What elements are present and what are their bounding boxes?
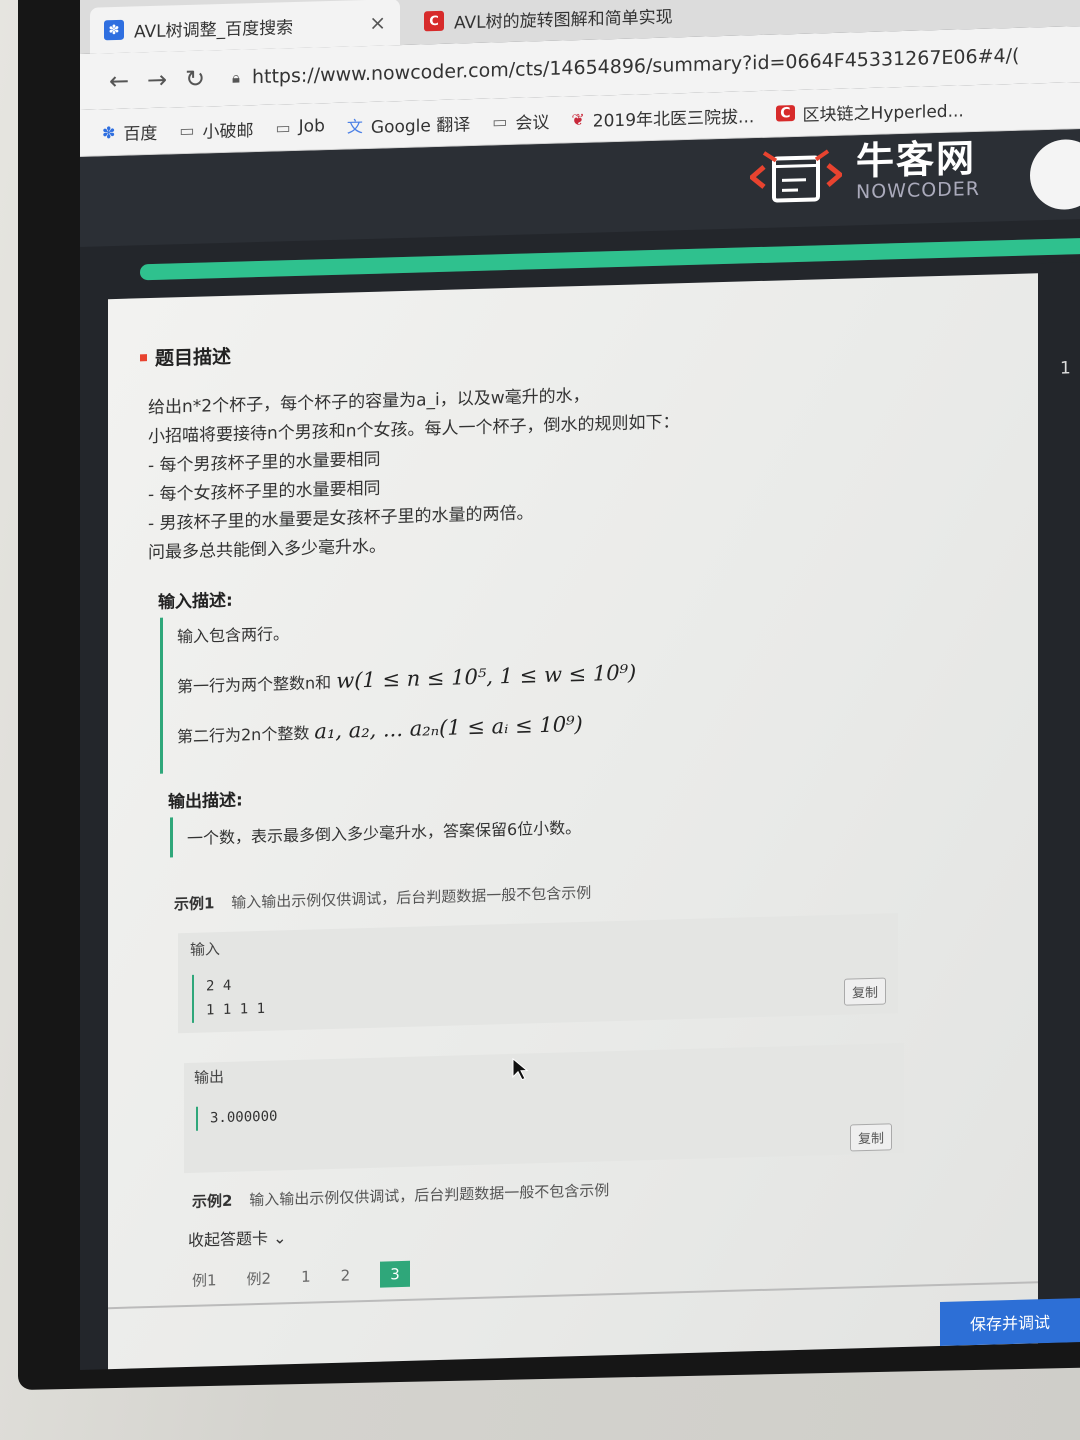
example1-input-code: 2 4 1 1 1 1	[192, 972, 266, 1023]
bookmark-blockchain[interactable]: C 区块链之Hyperled...	[776, 96, 964, 126]
input-math: w(1 ≤ n ≤ 10⁵, 1 ≤ w ≤ 10⁹)	[336, 660, 637, 693]
bookmark-folder-job[interactable]: ▭ Job	[276, 116, 325, 137]
bookmark-folder-meeting[interactable]: ▭ 会议	[492, 107, 549, 134]
input-line: 第二行为2n个整数 a₁, a₂, ... a₂ₙ(1 ≤ aᵢ ≤ 10⁹)	[177, 707, 777, 748]
close-icon[interactable]: ×	[369, 10, 386, 34]
section-marker-icon	[140, 354, 147, 362]
folder-icon: ▭	[492, 111, 508, 131]
bookmark-label: 区块链之Hyperled...	[802, 100, 964, 126]
logo-en: NOWCODER	[855, 177, 980, 204]
lock-icon: 🔒︎	[232, 68, 240, 87]
output-description: 一个数，表示最多倒入多少毫升水，答案保留6位小数。	[170, 806, 582, 858]
tab-label: AVL树的旋转图解和简单实现	[454, 6, 673, 34]
code-line: 2 4	[206, 977, 232, 995]
logo-cn: 牛客网	[855, 135, 976, 184]
example1-title: 示例1	[174, 894, 215, 914]
mouse-cursor-icon	[512, 1057, 528, 1081]
forward-arrow-icon[interactable]: →	[138, 65, 176, 95]
nowcoder-logo-icon	[749, 149, 842, 203]
input-description: 输入包含两行。 第一行为两个整数n和 w(1 ≤ n ≤ 10⁵, 1 ≤ w …	[160, 600, 777, 774]
folder-icon: ▭	[275, 117, 291, 138]
bookmark-label: 2019年北医三院拔...	[592, 106, 755, 132]
bookmark-google-translate[interactable]: 文 Google 翻译	[347, 110, 470, 138]
pager-item[interactable]: 2	[341, 1266, 351, 1284]
output-text: 一个数，表示最多倒入多少毫升水，答案保留6位小数。	[187, 818, 582, 849]
example2-title: 示例2	[192, 1191, 233, 1211]
example1-output-code: 3.000000	[196, 1104, 278, 1131]
example-note: 输入输出示例仅供调试，后台判题数据一般不包含示例	[249, 1181, 610, 1210]
section-title: 题目描述	[140, 342, 231, 372]
nowcoder-logo[interactable]: 牛客网 NOWCODER	[749, 135, 980, 206]
tab-label: AVL树调整_百度搜索	[134, 17, 294, 42]
url-field[interactable]: 🔒︎ https://www.nowcoder.com/cts/14654896…	[232, 45, 1019, 89]
baidu-paw-icon: ✽	[102, 122, 116, 142]
code-line: 1 1 1 1	[206, 1000, 266, 1019]
google-translate-icon: 文	[346, 117, 363, 137]
example1-output-box: 输出 3.000000 复制	[184, 1042, 904, 1174]
input-label: 输入	[190, 940, 221, 959]
logo-text: 牛客网 NOWCODER	[855, 135, 980, 204]
problem-description: 给出n*2个杯子，每个杯子的容量为a_i，以及w毫升的水， 小招喵将要接待n个男…	[148, 379, 680, 568]
code-line: 3.000000	[210, 1108, 278, 1127]
avatar[interactable]	[1030, 138, 1080, 211]
pager-item-current[interactable]: 3	[380, 1260, 410, 1288]
input-description-title: 输入描述:	[158, 590, 233, 613]
bookmark-label: 小破邮	[202, 120, 254, 143]
reload-icon[interactable]: ↻	[176, 64, 214, 94]
input-line: 输入包含两行。	[177, 607, 777, 648]
bird-icon: ❦	[571, 109, 585, 129]
example2-header: 示例2 输入输出示例仅供调试，后台判题数据一般不包含示例	[192, 1179, 609, 1212]
output-label: 输出	[194, 1067, 225, 1087]
monitor-screen: ✽ AVL树调整_百度搜索 × C AVL树的旋转图解和简单实现 ← → ↻ 🔒…	[80, 0, 1080, 1370]
progress-fill	[140, 237, 1080, 281]
collapse-answer-card-button[interactable]: 收起答题卡 ⌄	[188, 1224, 287, 1251]
section-title-text: 题目描述	[155, 345, 232, 370]
question-pager: 例1 例2 1 2 3	[192, 1260, 440, 1293]
problem-panel: 题目描述 给出n*2个杯子，每个杯子的容量为a_i，以及w毫升的水， 小招喵将要…	[108, 273, 1038, 1370]
input-line-text: 第二行为2n个整数	[177, 723, 310, 747]
bookmark-label: Job	[298, 116, 325, 137]
progress-bar	[140, 237, 1080, 281]
bookmark-label: 会议	[515, 112, 550, 134]
input-line-text: 输入包含两行。	[177, 624, 290, 647]
url-text: https://www.nowcoder.com/cts/14654896/su…	[251, 44, 1020, 89]
bookmark-label: Google 翻译	[370, 114, 471, 138]
baidu-paw-icon: ✽	[104, 19, 124, 41]
example-note: 输入输出示例仅供调试，后台判题数据一般不包含示例	[231, 883, 592, 912]
pager-item[interactable]: 例2	[247, 1267, 272, 1289]
back-arrow-icon[interactable]: ←	[100, 66, 138, 96]
example1-input-box: 输入 2 4 1 1 1 1 复制	[178, 913, 898, 1034]
csdn-c-icon: C	[776, 105, 795, 122]
input-line-text: 第一行为两个整数n和	[177, 672, 332, 697]
bookmark-folder-xiaopoyou[interactable]: ▭ 小破邮	[179, 116, 253, 143]
folder-icon: ▭	[179, 120, 195, 140]
input-math: a₁, a₂, ... a₂ₙ(1 ≤ aᵢ ≤ 10⁹)	[314, 711, 583, 744]
pager-item[interactable]: 例1	[192, 1269, 217, 1291]
pager-item[interactable]: 1	[301, 1268, 311, 1286]
output-description-title: 输出描述:	[168, 790, 243, 813]
save-and-debug-button[interactable]: 保存并调试	[940, 1298, 1080, 1346]
copy-input-button[interactable]: 复制	[843, 977, 886, 1006]
side-line-number: 1	[1060, 358, 1071, 379]
right-sidebar	[1038, 262, 1080, 1364]
copy-output-button[interactable]: 复制	[849, 1123, 892, 1152]
bookmark-beiyi[interactable]: ❦ 2019年北医三院拔...	[571, 102, 754, 132]
example1-header: 示例1 输入输出示例仅供调试，后台判题数据一般不包含示例	[174, 882, 591, 915]
csdn-c-icon: C	[424, 10, 444, 32]
bookmark-label: 百度	[123, 123, 158, 145]
input-line: 第一行为两个整数n和 w(1 ≤ n ≤ 10⁵, 1 ≤ w ≤ 10⁹)	[177, 657, 777, 698]
bookmark-baidu[interactable]: ✽ 百度	[102, 118, 157, 145]
